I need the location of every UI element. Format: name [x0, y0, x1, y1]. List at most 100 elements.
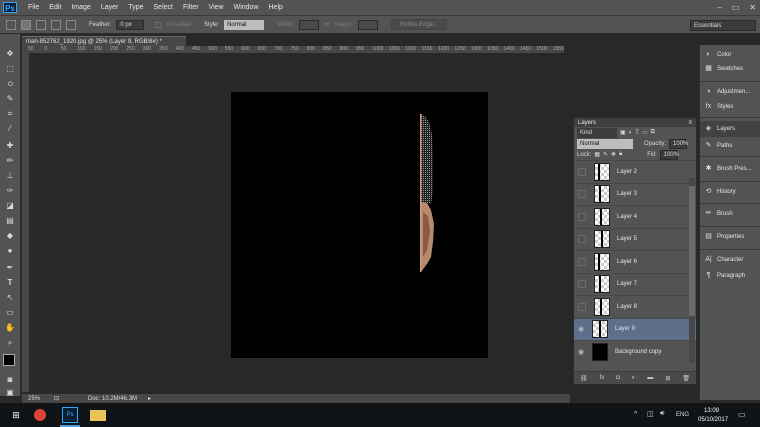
maximize-button[interactable]: ▭	[732, 0, 740, 15]
subtract-selection-icon[interactable]	[51, 19, 61, 30]
filter-pixel-icon[interactable]: ▣	[620, 129, 626, 136]
layers-tab[interactable]: Layers ≡	[574, 118, 696, 127]
menu-edit[interactable]: Edit	[44, 0, 66, 15]
foreground-color-swatch[interactable]	[3, 354, 15, 366]
refine-edge-button[interactable]: Refine Edge...	[391, 19, 448, 30]
tray-chevron-icon[interactable]: ^	[634, 411, 637, 418]
layer-row[interactable]: ◉ Background copy	[574, 340, 696, 363]
dock-item[interactable]: ▤ Properties	[704, 233, 744, 241]
layer-row[interactable]: Layer 8	[574, 295, 696, 318]
style-select[interactable]: Normal	[224, 19, 265, 30]
dock-item[interactable]: ✏ Brush	[704, 210, 733, 218]
lock-pixels-icon[interactable]: ✎	[603, 151, 608, 158]
close-button[interactable]: ✕	[749, 0, 756, 15]
visibility-toggle[interactable]	[578, 167, 586, 176]
gradient-tool-icon[interactable]: ▤	[5, 216, 15, 226]
menu-layer[interactable]: Layer	[96, 0, 124, 15]
visibility-toggle[interactable]	[578, 235, 586, 244]
quick-select-tool-icon[interactable]: ✎	[5, 94, 15, 104]
dock-item[interactable]: ⟲ History	[704, 188, 736, 196]
dock-item[interactable]: ◐ Color	[704, 51, 731, 59]
layer-row[interactable]: Layer 5	[574, 227, 696, 251]
move-tool-icon[interactable]: ✥	[5, 49, 15, 59]
menu-file[interactable]: File	[23, 0, 44, 15]
dock-item[interactable]: ◈ Layers	[704, 125, 735, 133]
layer-row[interactable]: ◉ Layer 9	[574, 317, 696, 340]
new-selection-icon[interactable]	[21, 19, 31, 30]
crop-tool-icon[interactable]: ⌗	[5, 109, 15, 119]
trash-icon[interactable]: 🗑︎	[682, 375, 690, 382]
visibility-toggle[interactable]	[578, 257, 586, 266]
lock-transparency-icon[interactable]: ▦	[594, 151, 600, 158]
menu-help[interactable]: Help	[264, 0, 288, 15]
layer-row[interactable]: Layer 2	[574, 160, 696, 183]
healing-tool-icon[interactable]: ✚	[5, 141, 15, 151]
lasso-tool-icon[interactable]: ഠ	[5, 79, 15, 89]
menu-type[interactable]: Type	[123, 0, 148, 15]
file-explorer-icon[interactable]	[90, 410, 106, 421]
opacity-input[interactable]: 100%	[669, 138, 688, 149]
windows-start-icon[interactable]: ⊞	[8, 407, 24, 423]
path-select-tool-icon[interactable]: ↖	[5, 293, 15, 303]
link-icon[interactable]: ⛓	[580, 375, 588, 382]
visibility-toggle[interactable]	[578, 280, 586, 289]
eraser-tool-icon[interactable]: ◪	[5, 201, 15, 211]
dock-item[interactable]: A| Character	[704, 256, 743, 264]
dock-item[interactable]: fx Styles	[704, 103, 734, 111]
dock-item[interactable]: ◑ Adjustmen...	[704, 88, 750, 96]
dodge-tool-icon[interactable]: ●	[5, 246, 15, 256]
feather-input[interactable]: 0 px	[116, 19, 145, 30]
kind-filter-select[interactable]: Kind	[577, 127, 617, 138]
panel-menu-icon[interactable]: ≡	[688, 120, 692, 126]
network-icon[interactable]: ◫	[647, 410, 654, 418]
layer-row[interactable]: Layer 3	[574, 182, 696, 206]
stamp-tool-icon[interactable]: ⊥	[5, 171, 15, 181]
marquee-preset-icon[interactable]	[6, 19, 16, 30]
blend-mode-select[interactable]: Normal	[577, 138, 633, 149]
width-input[interactable]	[299, 19, 320, 30]
layers-scrollbar[interactable]	[689, 178, 695, 363]
height-input[interactable]	[358, 19, 379, 30]
language-indicator[interactable]: ENG	[676, 412, 689, 418]
shape-tool-icon[interactable]: ▭	[5, 308, 15, 318]
marquee-tool-icon[interactable]: ⬚	[5, 64, 15, 74]
photoshop-taskbar-icon[interactable]: Ps	[62, 407, 78, 423]
scrollbar-thumb[interactable]	[689, 186, 695, 316]
layer-row[interactable]: Layer 7	[574, 272, 696, 296]
brush-tool-icon[interactable]: ✏	[5, 156, 15, 166]
quick-mask-icon[interactable]: ◙	[5, 375, 15, 385]
visibility-eye-icon[interactable]: ◉	[574, 348, 588, 356]
filter-type-icon[interactable]: T	[635, 130, 639, 136]
workspace-select[interactable]: Essentials	[690, 20, 756, 31]
menu-filter[interactable]: Filter	[178, 0, 204, 15]
volume-icon[interactable]: 🔊︎	[660, 410, 664, 418]
document-tab[interactable]: man-852762_1920.jpg @ 25% (Layer 9, RGB/…	[22, 36, 186, 46]
hand-tool-icon[interactable]: ✋	[5, 323, 15, 333]
fill-input[interactable]: 100%	[659, 149, 679, 160]
history-brush-tool-icon[interactable]: ✑	[5, 186, 15, 196]
visibility-toggle[interactable]	[578, 302, 586, 311]
dock-item[interactable]: ✱ Brush Pres...	[704, 165, 752, 173]
clock-time[interactable]: 13:09	[704, 408, 719, 414]
lock-all-icon[interactable]: 🔒︎	[619, 151, 622, 158]
menu-view[interactable]: View	[204, 0, 229, 15]
folder-icon[interactable]: ▬	[647, 375, 653, 381]
type-tool-icon[interactable]: T	[5, 278, 15, 288]
notifications-icon[interactable]: ▭	[738, 410, 746, 419]
visibility-toggle[interactable]	[578, 212, 586, 221]
menu-select[interactable]: Select	[149, 0, 178, 15]
filter-adjust-icon[interactable]: ◐	[629, 130, 633, 136]
intersect-selection-icon[interactable]	[66, 19, 76, 30]
mask-icon[interactable]: ◘	[616, 375, 620, 381]
zoom-tool-icon[interactable]: ⌕	[5, 338, 15, 348]
layer-row[interactable]: Layer 6	[574, 250, 696, 273]
screen-mode-icon[interactable]: ▣	[5, 388, 15, 398]
lock-position-icon[interactable]: ✥	[611, 151, 616, 158]
dock-item[interactable]: ▦ Swatches	[704, 65, 743, 73]
blur-tool-icon[interactable]: ◆	[5, 231, 15, 241]
fx-icon[interactable]: fx	[600, 375, 605, 381]
adjustment-icon[interactable]: ◐	[632, 375, 636, 381]
layer-row[interactable]: Layer 4	[574, 205, 696, 228]
menu-image[interactable]: Image	[66, 0, 95, 15]
clock-date[interactable]: 05/10/2017	[698, 417, 728, 423]
